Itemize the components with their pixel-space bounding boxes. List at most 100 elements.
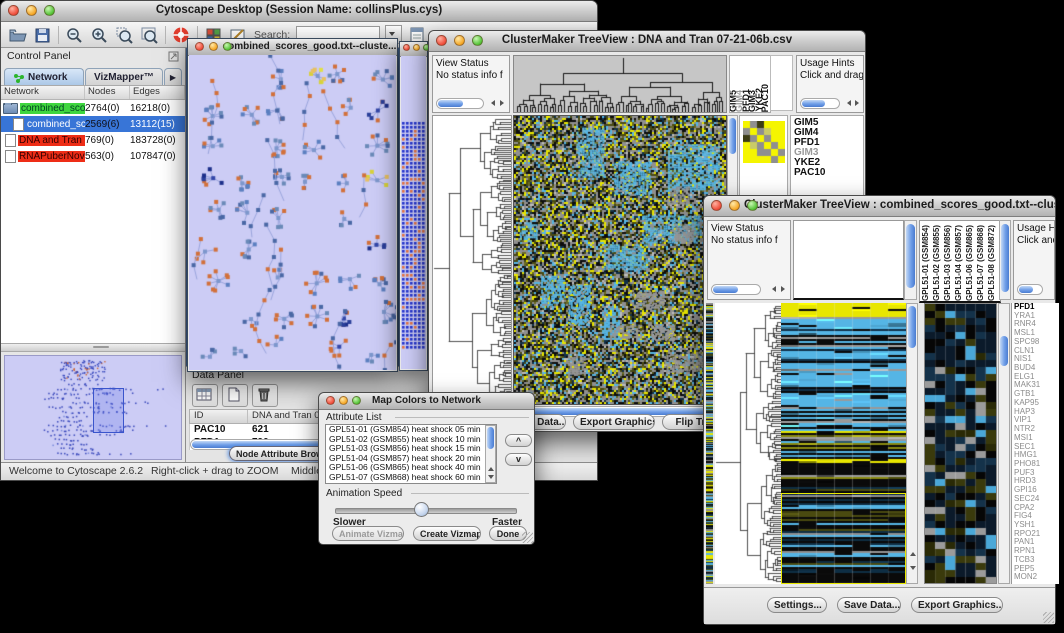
column-header-id[interactable]: ID [190, 410, 248, 423]
birdseye-view[interactable] [4, 355, 182, 460]
usage-hints-label: Usage Hints [800, 58, 854, 69]
treeview1-row-dendrogram[interactable] [432, 115, 512, 405]
tab-overflow-button[interactable]: ▶ [164, 68, 182, 86]
move-attribute-down-button[interactable]: v [505, 453, 532, 466]
tab-network[interactable]: Network [4, 68, 84, 86]
minimize-icon[interactable] [209, 42, 218, 51]
treeview1-heatmap[interactable] [513, 115, 727, 405]
treeview2-global-overview-strip[interactable] [706, 303, 713, 584]
attribute-listbox[interactable]: GPL51-01 (GSM854) heat shock 05 minGPL51… [325, 424, 497, 484]
treeview2-row-dendrogram[interactable] [715, 303, 781, 584]
attribute-list-vscrollbar[interactable] [485, 425, 496, 483]
scroll-right-icon[interactable] [781, 286, 785, 292]
usage-hints-hscrollbar[interactable] [800, 98, 840, 109]
minimize-icon[interactable] [26, 5, 37, 16]
treeview1-column-dendrogram[interactable] [513, 55, 727, 113]
zoom-window-icon[interactable] [747, 200, 758, 211]
gene-label[interactable]: MON2 [1014, 573, 1059, 582]
minimize-icon[interactable] [339, 396, 348, 405]
scroll-up-icon[interactable] [488, 467, 494, 471]
minimize-icon[interactable] [729, 200, 740, 211]
usage-hints-hscrollbar[interactable] [1017, 284, 1043, 295]
zoom-in-icon[interactable] [90, 26, 109, 44]
float-panel-icon[interactable] [168, 51, 179, 62]
treeview2-vscrollbar[interactable] [906, 303, 918, 584]
open-network-icon[interactable] [8, 26, 27, 44]
scroll-up-icon[interactable] [910, 552, 916, 556]
scroll-right-icon[interactable] [855, 100, 859, 106]
export-graphics-button[interactable]: Export Graphics... [911, 597, 1003, 613]
scroll-left-icon[interactable] [772, 286, 776, 292]
save-session-icon[interactable] [33, 26, 52, 44]
panel-splitter[interactable] [1, 343, 185, 352]
column-header-nodes[interactable]: Nodes [85, 86, 130, 99]
close-icon[interactable] [711, 200, 722, 211]
scroll-right-icon[interactable] [500, 100, 504, 106]
treeview2-top-vscrollbar[interactable] [904, 220, 917, 300]
zoom-selected-icon[interactable] [115, 26, 134, 44]
treeview2-gene-list[interactable]: PFD1YRA1RNR4MSL1SPC98CLN1NIS1BUD4ELG1MAK… [1011, 303, 1059, 584]
close-icon[interactable] [436, 35, 447, 46]
treeview1-titlebar[interactable]: ClusterMaker TreeView : DNA and Tran 07-… [429, 31, 865, 52]
network-view2-canvas-area[interactable] [401, 56, 426, 369]
create-vizmap-button[interactable]: Create Vizmap [413, 526, 481, 541]
treeview2-heatmap[interactable] [781, 303, 906, 584]
column-header-network[interactable]: Network [1, 86, 85, 99]
close-icon[interactable] [326, 396, 335, 405]
treeview2-view-status-panel: View Status No status info f [707, 220, 791, 300]
desktop: Cytoscape Desktop (Session Name: collins… [0, 0, 1064, 633]
export-graphics-button[interactable]: Export Graphics... [573, 414, 655, 430]
new-attribute-icon[interactable] [222, 384, 248, 407]
slider-thumb[interactable] [414, 502, 429, 517]
treeview2-column-labels[interactable]: GPL51-01 (GSM854)GPL51-02 (GSM855)GPL51-… [919, 220, 1001, 303]
animate-vizmap-button[interactable]: Animate Vizmap [332, 526, 404, 541]
network-row-combined-sco-selected[interactable]: combined_sco 2569(6) 13112(15) [1, 116, 185, 132]
move-attribute-up-button[interactable]: ^ [505, 434, 532, 447]
scroll-down-icon[interactable] [910, 566, 916, 570]
treeview2-labels-vscrollbar[interactable] [999, 220, 1011, 300]
resize-grip[interactable] [1043, 612, 1054, 623]
tab-vizmapper[interactable]: VizMapper™ [85, 68, 163, 86]
status-hint-zoom: Right-click + drag to ZOOM [151, 465, 279, 477]
view-status-hscrollbar[interactable] [436, 98, 484, 109]
zoom-fit-icon[interactable] [140, 26, 159, 44]
delete-attribute-icon[interactable] [252, 384, 278, 407]
resize-grip[interactable] [522, 532, 533, 543]
network-row-combined-scores[interactable]: combined_scores 2764(0) 16218(0) [1, 100, 185, 116]
scroll-left-icon[interactable] [491, 100, 495, 106]
treeview2-column-dendrogram-area[interactable] [793, 220, 904, 300]
dialog-titlebar[interactable]: Map Colors to Network [319, 393, 534, 410]
network-view-canvas-area[interactable] [189, 55, 396, 370]
attribute-list-item[interactable]: GPL51-07 (GSM868) heat shock 60 min [326, 473, 496, 483]
zoom-window-icon[interactable] [44, 5, 55, 16]
settings-button[interactable]: Settings... [767, 597, 827, 613]
main-titlebar[interactable]: Cytoscape Desktop (Session Name: collins… [1, 1, 597, 22]
treeview1-column-labels[interactable]: GIM5GIM4PFD1GIM3YKE2PAC10 [729, 55, 771, 113]
gene-label[interactable]: PAC10 [794, 168, 863, 178]
scroll-left-icon[interactable] [847, 100, 851, 106]
zoom-window-icon[interactable] [223, 42, 232, 51]
attribute-table-icon[interactable] [192, 384, 218, 407]
close-icon[interactable] [195, 42, 204, 51]
close-icon[interactable] [8, 5, 19, 16]
birdseye-viewport-rect[interactable] [93, 388, 124, 433]
network-list: Network Nodes Edges combined_scores 2764… [1, 85, 185, 345]
zoom-window-icon[interactable] [472, 35, 483, 46]
scroll-down-icon[interactable] [488, 475, 494, 479]
close-icon[interactable] [403, 44, 410, 51]
network-row-rnapuber[interactable]: RNAPuberNov2+! 563(0) 107847(0) [1, 148, 185, 164]
view-status-hscrollbar[interactable] [711, 284, 761, 295]
network-row-dna-tran[interactable]: DNA and Tran 07 769(0) 183728(0) [1, 132, 185, 148]
zoom-out-icon[interactable] [65, 26, 84, 44]
network-window-titlebar[interactable]: combined_scores_good.txt--cluste... [188, 39, 397, 56]
network-window2-titlebar[interactable] [400, 42, 427, 57]
column-header-edges[interactable]: Edges [130, 86, 185, 99]
save-data-button[interactable]: Save Data... [837, 597, 901, 613]
zoom-window-icon[interactable] [352, 396, 361, 405]
treeview2-detail-vscrollbar[interactable] [998, 303, 1010, 584]
treeview2-detail-heatmap[interactable] [924, 303, 997, 584]
minimize-icon[interactable] [413, 44, 420, 51]
treeview2-titlebar[interactable]: ClusterMaker TreeView : combined_scores_… [704, 196, 1055, 217]
minimize-icon[interactable] [454, 35, 465, 46]
treeview2-window: ClusterMaker TreeView : combined_scores_… [703, 195, 1056, 625]
